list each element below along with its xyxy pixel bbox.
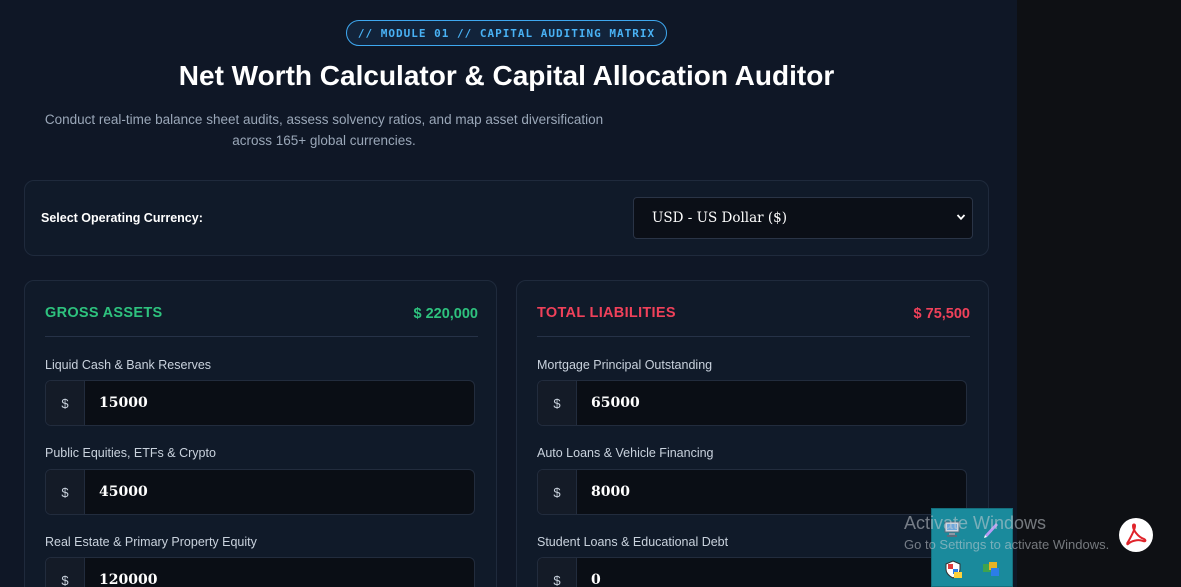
auto-loans-field[interactable]: $ 8000 (537, 469, 967, 515)
currency-prefix: $ (538, 381, 577, 425)
field-label-equities: Public Equities, ETFs & Crypto (45, 446, 216, 460)
currency-prefix: $ (46, 470, 85, 514)
currency-label: Select Operating Currency: (41, 211, 203, 225)
assets-panel: GROSS ASSETS $ 220,000 Liquid Cash & Ban… (24, 280, 497, 587)
assets-header: GROSS ASSETS $ 220,000 (45, 303, 478, 337)
field-label-auto-loans: Auto Loans & Vehicle Financing (537, 446, 714, 460)
activate-windows-subtitle: Go to Settings to activate Windows. (904, 537, 1110, 552)
module-badge: // MODULE 01 // CAPITAL AUDITING MATRIX (346, 20, 667, 46)
equities-field[interactable]: $ 45000 (45, 469, 475, 515)
currency-prefix: $ (538, 558, 577, 587)
equities-input[interactable]: 45000 (99, 470, 148, 514)
student-loans-field[interactable]: $ 0 (537, 557, 967, 587)
currency-prefix: $ (538, 470, 577, 514)
field-label-student-loans: Student Loans & Educational Debt (537, 535, 729, 549)
liquid-cash-field[interactable]: $ 15000 (45, 380, 475, 426)
currency-selected-value: USD - US Dollar ($) (652, 210, 788, 226)
subtitle-line-2: across 165+ global currencies. (232, 133, 416, 148)
field-label-real-estate: Real Estate & Primary Property Equity (45, 535, 257, 549)
auto-loans-input[interactable]: 8000 (591, 470, 630, 514)
subtitle-line-1: Conduct real-time balance sheet audits, … (44, 112, 604, 127)
field-label-liquid-cash: Liquid Cash & Bank Reserves (45, 358, 212, 372)
student-loans-input[interactable]: 0 (591, 558, 601, 587)
pdf-icon[interactable] (1118, 517, 1154, 553)
real-estate-input[interactable]: 120000 (99, 558, 157, 587)
liquid-cash-input[interactable]: 15000 (99, 381, 148, 425)
mortgage-field[interactable]: $ 65000 (537, 380, 967, 426)
mortgage-input[interactable]: 65000 (591, 381, 640, 425)
real-estate-field[interactable]: $ 120000 (45, 557, 475, 587)
assets-total: $ 220,000 (413, 306, 478, 322)
currency-prefix: $ (46, 381, 85, 425)
liabilities-title: TOTAL LIABILITIES (537, 305, 676, 321)
apps-icon[interactable] (981, 559, 1001, 579)
shield-icon[interactable] (943, 559, 963, 579)
chevron-down-icon (956, 214, 966, 221)
field-label-mortgage: Mortgage Principal Outstanding (537, 358, 713, 372)
currency-select[interactable]: USD - US Dollar ($) (633, 197, 973, 239)
activate-windows-watermark: Activate Windows Go to Settings to activ… (904, 513, 1109, 552)
liabilities-header: TOTAL LIABILITIES $ 75,500 (537, 303, 970, 337)
activate-windows-title: Activate Windows (904, 513, 1047, 533)
currency-card: Select Operating Currency: USD - US Doll… (24, 180, 989, 256)
desktop-background (1017, 0, 1181, 587)
assets-title: GROSS ASSETS (45, 305, 163, 321)
currency-prefix: $ (46, 558, 85, 587)
page-subtitle: Conduct real-time balance sheet audits, … (24, 109, 624, 151)
page-title: Net Worth Calculator & Capital Allocatio… (178, 60, 835, 91)
calculator-app: // MODULE 01 // CAPITAL AUDITING MATRIX … (0, 0, 1017, 587)
liabilities-total: $ 75,500 (913, 306, 970, 322)
